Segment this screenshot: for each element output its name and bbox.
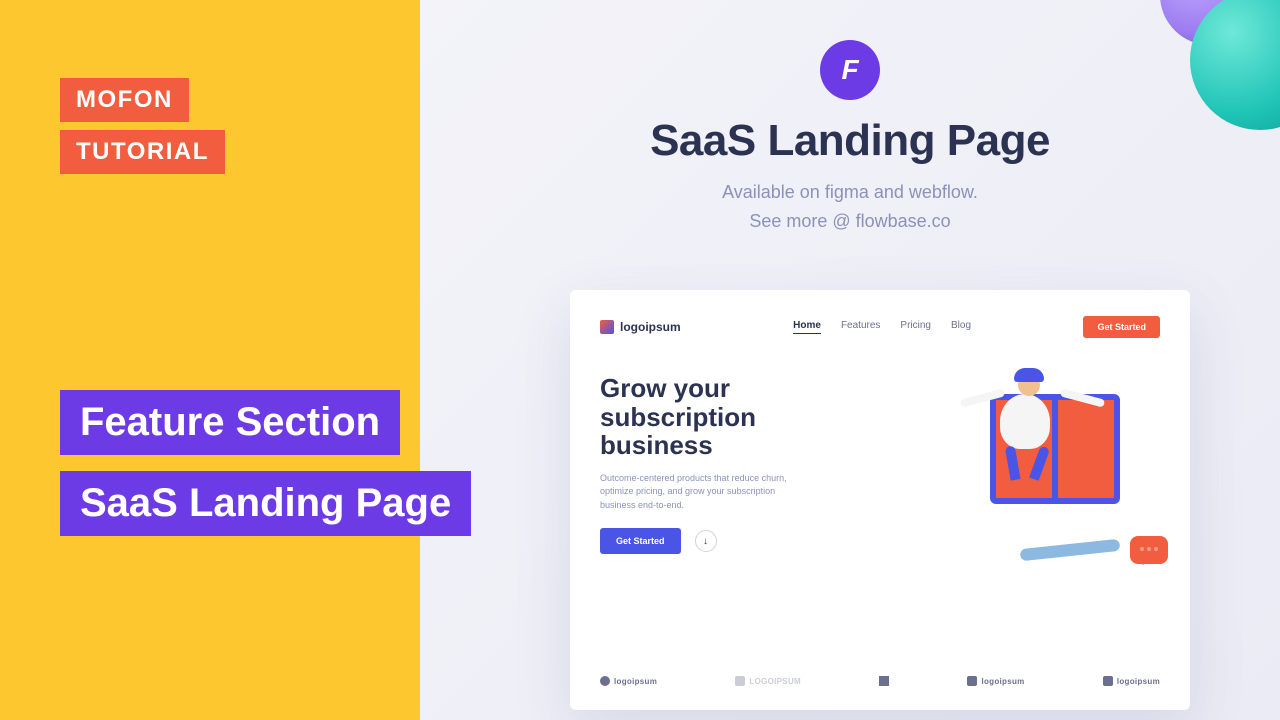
arrow-down-icon: ↓: [703, 536, 708, 547]
get-started-hero-button[interactable]: Get Started: [600, 528, 681, 554]
preview-logo-text: logoipsum: [620, 320, 681, 334]
preview-card: logoipsum Home Features Pricing Blog Get…: [570, 290, 1190, 710]
skateboard-graphic: [1020, 539, 1121, 561]
hero-illustration: [820, 374, 1160, 574]
bottom-titles: Feature Section SaaS Landing Page: [60, 390, 471, 552]
nav-blog[interactable]: Blog: [951, 320, 971, 334]
title-line-2: SaaS Landing Page: [60, 471, 471, 536]
hero-row: Grow your subscription business Outcome-…: [600, 374, 1160, 574]
top-tags: MOFON TUTORIAL: [60, 78, 225, 182]
logo-glyph: F: [841, 54, 858, 86]
title-line-1: Feature Section: [60, 390, 400, 455]
partner-logo-1: logoipsum: [600, 676, 657, 686]
skater-graphic: [980, 364, 1100, 524]
preview-logo[interactable]: logoipsum: [600, 320, 681, 334]
partner-logo-5: logoipsum: [1103, 676, 1160, 686]
hero-desc: Outcome-centered products that reduce ch…: [600, 472, 810, 513]
page-subtitle-2: See more @ flowbase.co: [420, 207, 1280, 236]
preview-logo-mark-icon: [600, 320, 614, 334]
speech-bubble-icon: [1130, 536, 1168, 564]
flowbase-logo-icon: F: [820, 40, 880, 100]
preview-nav: logoipsum Home Features Pricing Blog Get…: [600, 316, 1160, 338]
partner-logo-3: [879, 676, 889, 686]
hero-text: Grow your subscription business Outcome-…: [600, 374, 810, 554]
tutorial-tag: TUTORIAL: [60, 130, 225, 174]
brand-tag: MOFON: [60, 78, 189, 122]
page-heading: SaaS Landing Page: [420, 116, 1280, 166]
get-started-nav-button[interactable]: Get Started: [1083, 316, 1160, 338]
nav-features[interactable]: Features: [841, 320, 880, 334]
header-area: F SaaS Landing Page Available on figma a…: [420, 40, 1280, 236]
scroll-down-button[interactable]: ↓: [695, 530, 717, 552]
partner-logo-4: logoipsum: [967, 676, 1024, 686]
nav-home[interactable]: Home: [793, 320, 821, 334]
nav-pricing[interactable]: Pricing: [900, 320, 931, 334]
preview-menu: Home Features Pricing Blog: [793, 320, 971, 334]
partner-logo-2: LOGOIPSUM: [735, 676, 801, 686]
hero-title: Grow your subscription business: [600, 374, 810, 460]
hero-actions: Get Started ↓: [600, 528, 810, 554]
logo-strip: logoipsum LOGOIPSUM logoipsum logoipsum: [600, 676, 1160, 686]
page-subtitle-1: Available on figma and webflow.: [420, 178, 1280, 207]
